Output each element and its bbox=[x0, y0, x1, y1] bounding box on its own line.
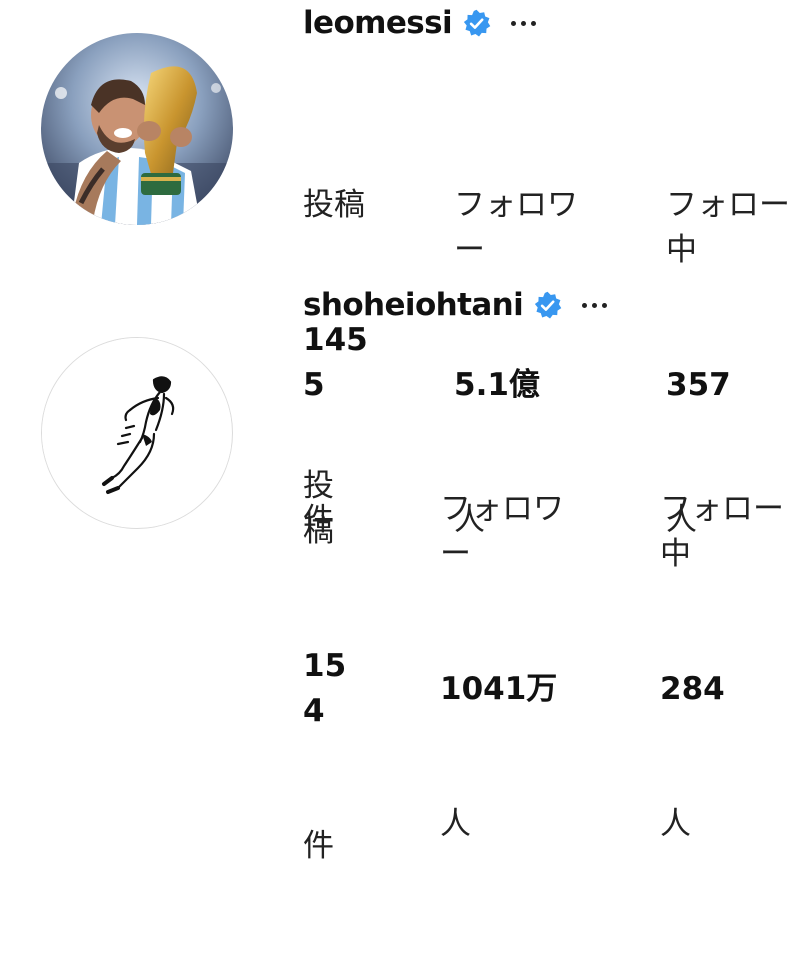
more-options-icon[interactable] bbox=[511, 20, 537, 26]
stat-followers-label: フォロワ ー bbox=[440, 491, 564, 572]
profile-header-leomessi: leomessi 投稿 145 5 件 フォロワ ー 5.1億 人 フォロー 中… bbox=[0, 0, 800, 538]
more-options-icon[interactable] bbox=[582, 302, 608, 308]
stat-posts-label: 投 稿 bbox=[303, 468, 334, 549]
stat-following-unit: 人 bbox=[660, 806, 691, 842]
stat-following[interactable]: フォロー 中 284 人 bbox=[660, 397, 784, 937]
stat-posts-label: 投稿 bbox=[303, 187, 365, 223]
profile-avatar[interactable] bbox=[41, 33, 233, 225]
username-row: leomessi bbox=[303, 0, 537, 48]
stat-followers-value: 1041万 bbox=[440, 671, 558, 707]
stat-followers-label: フォロワ ー bbox=[454, 187, 578, 268]
stat-following-label: フォロー 中 bbox=[666, 187, 790, 268]
username-row: shoheiohtani bbox=[303, 280, 608, 330]
verified-badge-icon bbox=[462, 9, 491, 38]
username[interactable]: shoheiohtani bbox=[303, 287, 524, 323]
stat-posts-unit: 件 bbox=[303, 828, 334, 864]
stat-posts-value: 15 4 bbox=[303, 648, 347, 729]
profile-avatar[interactable] bbox=[41, 337, 233, 529]
stat-following-value: 284 bbox=[660, 671, 725, 707]
verified-badge-icon bbox=[533, 291, 562, 320]
avatar-photo-image bbox=[41, 33, 233, 225]
stat-posts[interactable]: 投 稿 15 4 件 bbox=[303, 374, 346, 959]
stat-followers-unit: 人 bbox=[440, 806, 471, 842]
stat-following-label: フォロー 中 bbox=[660, 491, 784, 572]
profile-header-shoheiohtani: shoheiohtani 投 稿 15 4 件 フォロワ ー 1041万 人 フ… bbox=[0, 287, 800, 864]
avatar-sketch-image bbox=[42, 338, 231, 527]
username[interactable]: leomessi bbox=[303, 5, 453, 41]
stat-followers[interactable]: フォロワ ー 1041万 人 bbox=[440, 397, 564, 937]
